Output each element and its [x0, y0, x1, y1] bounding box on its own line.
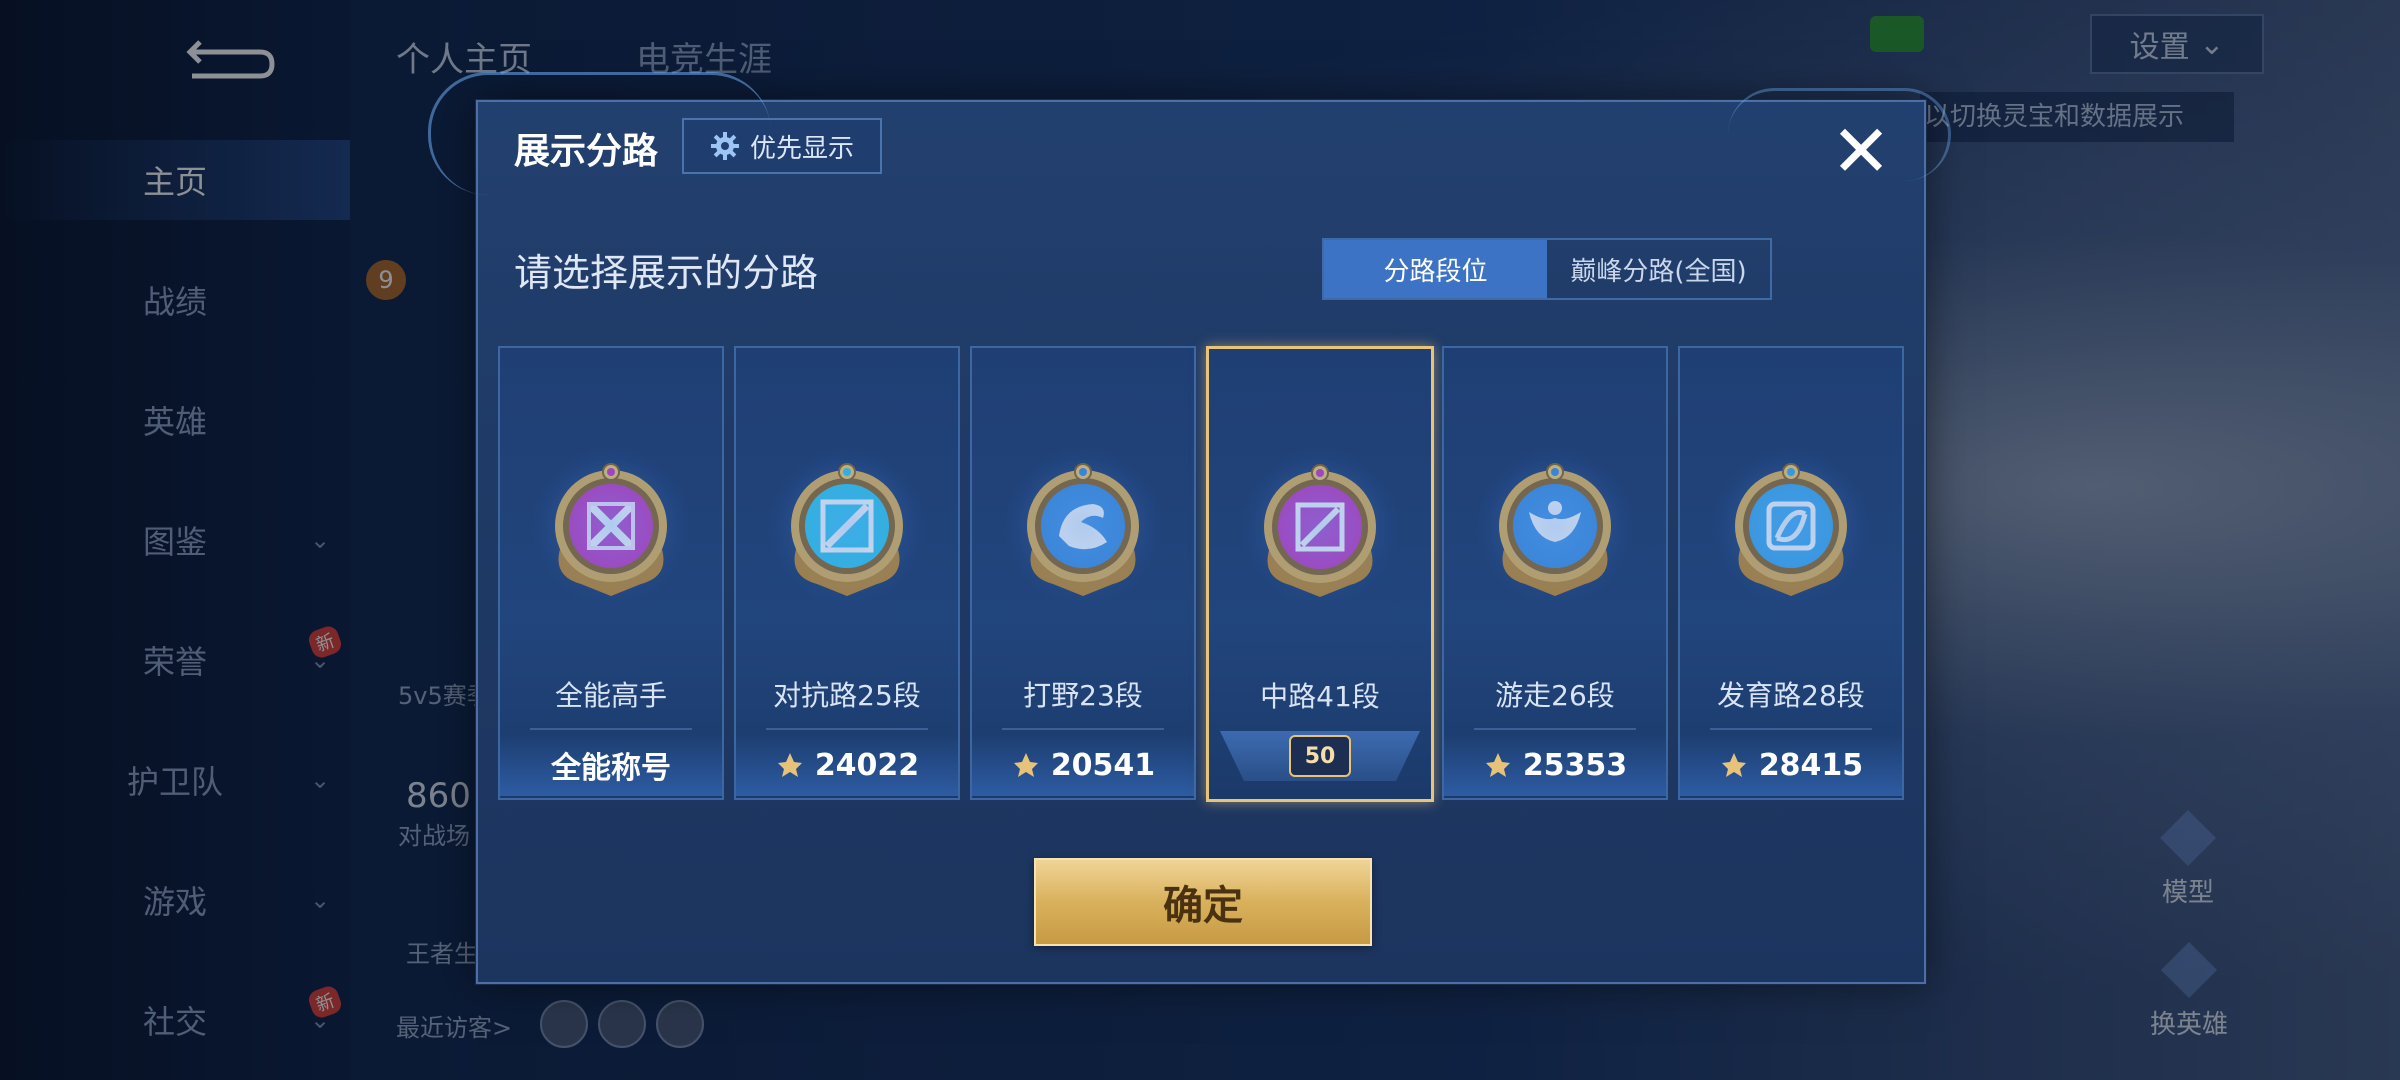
lane-card-list: 全能高手 全能称号 对抗路25段 24022 打野23段 20541 中路41段 50 游走26…: [498, 346, 1908, 846]
lane-card-name: 对抗路25段: [773, 679, 921, 712]
priority-label: 优先显示: [749, 133, 854, 164]
lane-card[interactable]: 游走26段 25353: [1442, 346, 1668, 800]
close-icon[interactable]: ✕: [1826, 115, 1896, 187]
score-value: 24022: [814, 747, 920, 783]
dialog-title: 展示分路: [514, 131, 659, 172]
lane-card[interactable]: 打野23段 20541: [970, 346, 1196, 800]
divider: [1474, 728, 1636, 730]
mid-emblem-icon: [1240, 447, 1400, 607]
divider: [530, 728, 692, 730]
points-icon: [1721, 753, 1746, 777]
dragon-emblem-icon: [1003, 446, 1163, 606]
priority-display-button[interactable]: 优先显示: [682, 118, 882, 174]
emblem-halo: [767, 446, 927, 606]
lane-card[interactable]: 对抗路25段 24022: [734, 346, 960, 800]
lane-card[interactable]: 发育路28段 28415: [1678, 346, 1904, 800]
wings-emblem-icon: [1475, 446, 1635, 606]
allround-emblem-icon: [531, 446, 691, 606]
score-value: 全能称号: [551, 751, 671, 786]
lane-display-dialog: 展示分路 优先显示 ✕ 请选择展示的分路 分路段位 巅峰分路(全国) 全能高手全…: [428, 72, 1951, 984]
score-value: 25353: [1522, 747, 1628, 783]
lane-card-score: 25353: [1444, 734, 1666, 796]
ribbon: 50: [1220, 731, 1420, 781]
toggle-lane-rank[interactable]: 分路段位: [1324, 240, 1547, 298]
emblem-halo: [1475, 446, 1635, 606]
lane-card-name: 打野23段: [1023, 679, 1143, 712]
points-icon: [777, 753, 802, 777]
lane-card-score: 28415: [1680, 734, 1902, 796]
toggle-peak-lane[interactable]: 巅峰分路(全国): [1547, 240, 1770, 298]
dialog-subtitle: 请选择展示的分路: [514, 251, 819, 295]
lane-card[interactable]: 全能高手 全能称号: [498, 346, 724, 800]
star-count: 50: [1289, 735, 1351, 777]
gear-icon: [710, 132, 739, 160]
lane-card-score: 20541: [972, 734, 1194, 796]
divider: [766, 728, 928, 730]
emblem-halo: [1003, 446, 1163, 606]
view-toggle: 分路段位 巅峰分路(全国): [1322, 238, 1772, 300]
lane-card-score: 24022: [736, 734, 958, 796]
lane-card-score: 全能称号: [500, 734, 722, 796]
lane-card-name: 游走26段: [1495, 679, 1615, 712]
emblem-halo: [531, 446, 691, 606]
star-count-badge: 50: [1209, 731, 1431, 797]
confirm-button[interactable]: 确定: [1034, 858, 1372, 946]
sword-emblem-icon: [767, 446, 927, 606]
divider: [1002, 728, 1164, 730]
lane-card-name: 发育路28段: [1717, 679, 1865, 712]
lane-card-name: 中路41段: [1260, 680, 1380, 713]
emblem-halo: [1240, 447, 1400, 607]
bow-emblem-icon: [1711, 446, 1871, 606]
emblem-halo: [1711, 446, 1871, 606]
score-value: 28415: [1758, 747, 1864, 783]
divider: [1710, 728, 1872, 730]
score-value: 20541: [1050, 747, 1156, 783]
lane-card-name: 全能高手: [554, 679, 667, 712]
lane-card[interactable]: 中路41段 50: [1206, 346, 1434, 802]
points-icon: [1013, 753, 1038, 777]
points-icon: [1485, 753, 1510, 777]
